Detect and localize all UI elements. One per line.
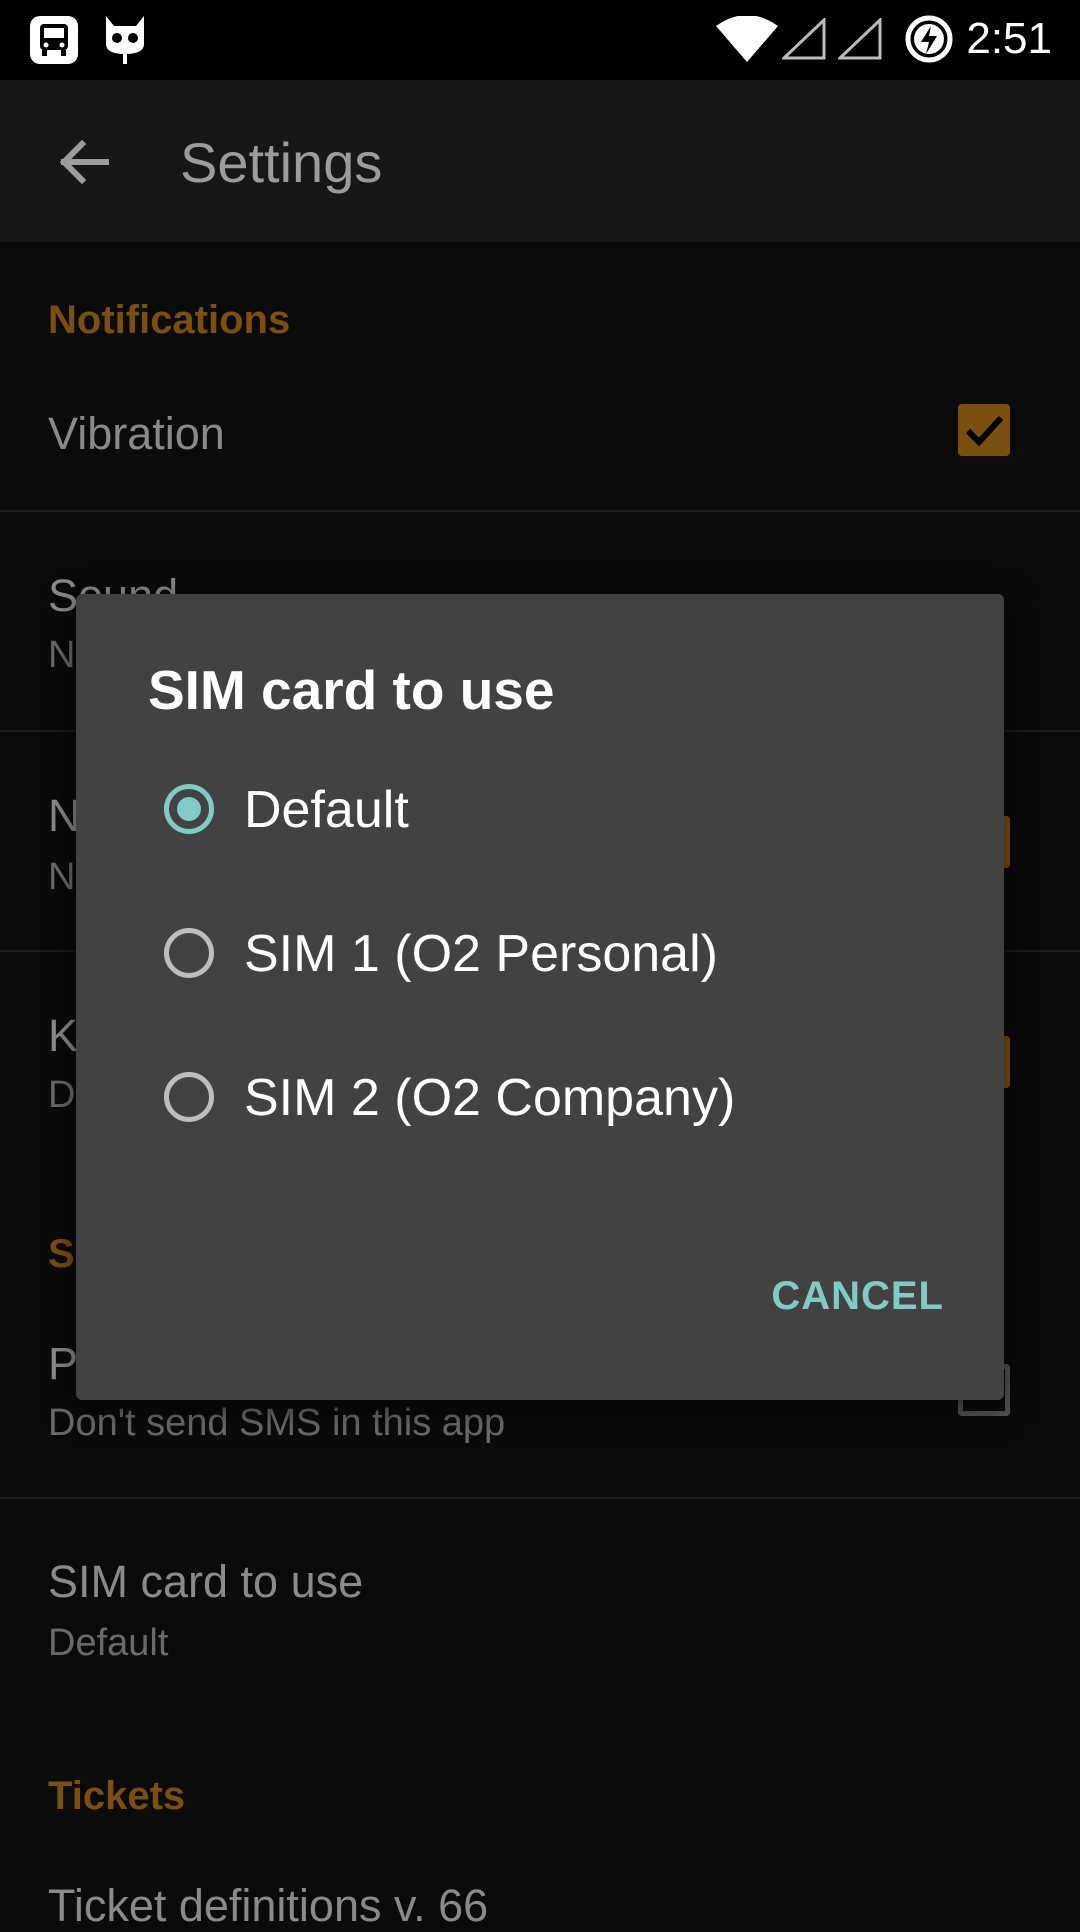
option-sim2[interactable]: SIM 2 (O2 Company) bbox=[164, 1048, 924, 1158]
cancel-button[interactable]: CANCEL bbox=[771, 1274, 944, 1319]
check-icon bbox=[965, 415, 1004, 447]
pref-title: P bbox=[48, 1338, 79, 1389]
option-default[interactable]: Default bbox=[164, 760, 924, 870]
vibration-checkbox[interactable] bbox=[958, 404, 1010, 456]
bus-app-icon bbox=[30, 16, 78, 64]
pref-subtitle: Default bbox=[48, 1622, 169, 1664]
pref-title: Vibration bbox=[48, 408, 225, 459]
pref-subtitle: N bbox=[48, 856, 76, 898]
divider bbox=[0, 1497, 1080, 1499]
pref-subtitle: Don't send SMS in this app bbox=[48, 1402, 506, 1444]
signal-sim1-icon bbox=[782, 18, 826, 60]
section-header-2: S bbox=[48, 1232, 75, 1276]
option-label: SIM 1 (O2 Personal) bbox=[244, 925, 718, 983]
pref-title: K bbox=[48, 1010, 79, 1061]
signal-sim2-icon bbox=[838, 18, 882, 60]
radio-button[interactable] bbox=[164, 784, 214, 834]
arrow-back-icon[interactable] bbox=[54, 132, 114, 192]
pref-subtitle: D bbox=[48, 1074, 76, 1116]
pref-subtitle: N bbox=[48, 634, 76, 676]
radio-button[interactable] bbox=[164, 1072, 214, 1122]
section-header-tickets: Tickets bbox=[48, 1774, 186, 1818]
option-label: Default bbox=[244, 781, 409, 839]
wifi-icon bbox=[716, 16, 778, 62]
cyanogen-icon bbox=[106, 16, 144, 64]
clock-time: 2:51 bbox=[966, 14, 1052, 63]
app-bar: Settings bbox=[0, 80, 1080, 242]
dialog-title: SIM card to use bbox=[148, 659, 555, 721]
radio-button[interactable] bbox=[164, 928, 214, 978]
option-sim1[interactable]: SIM 1 (O2 Personal) bbox=[164, 904, 924, 1014]
sim-select-dialog: SIM card to use Default SIM 1 (O2 Person… bbox=[76, 594, 1004, 1400]
pref-ticket-definitions[interactable]: Ticket definitions v. 66 bbox=[48, 1880, 488, 1932]
section-header-notifications: Notifications bbox=[48, 298, 291, 342]
page-title: Settings bbox=[180, 131, 383, 194]
pref-title: SIM card to use bbox=[48, 1556, 364, 1607]
divider bbox=[0, 510, 1080, 512]
option-label: SIM 2 (O2 Company) bbox=[244, 1069, 736, 1127]
battery-charging-icon bbox=[905, 15, 953, 63]
status-bar: 2:51 bbox=[0, 0, 1080, 80]
